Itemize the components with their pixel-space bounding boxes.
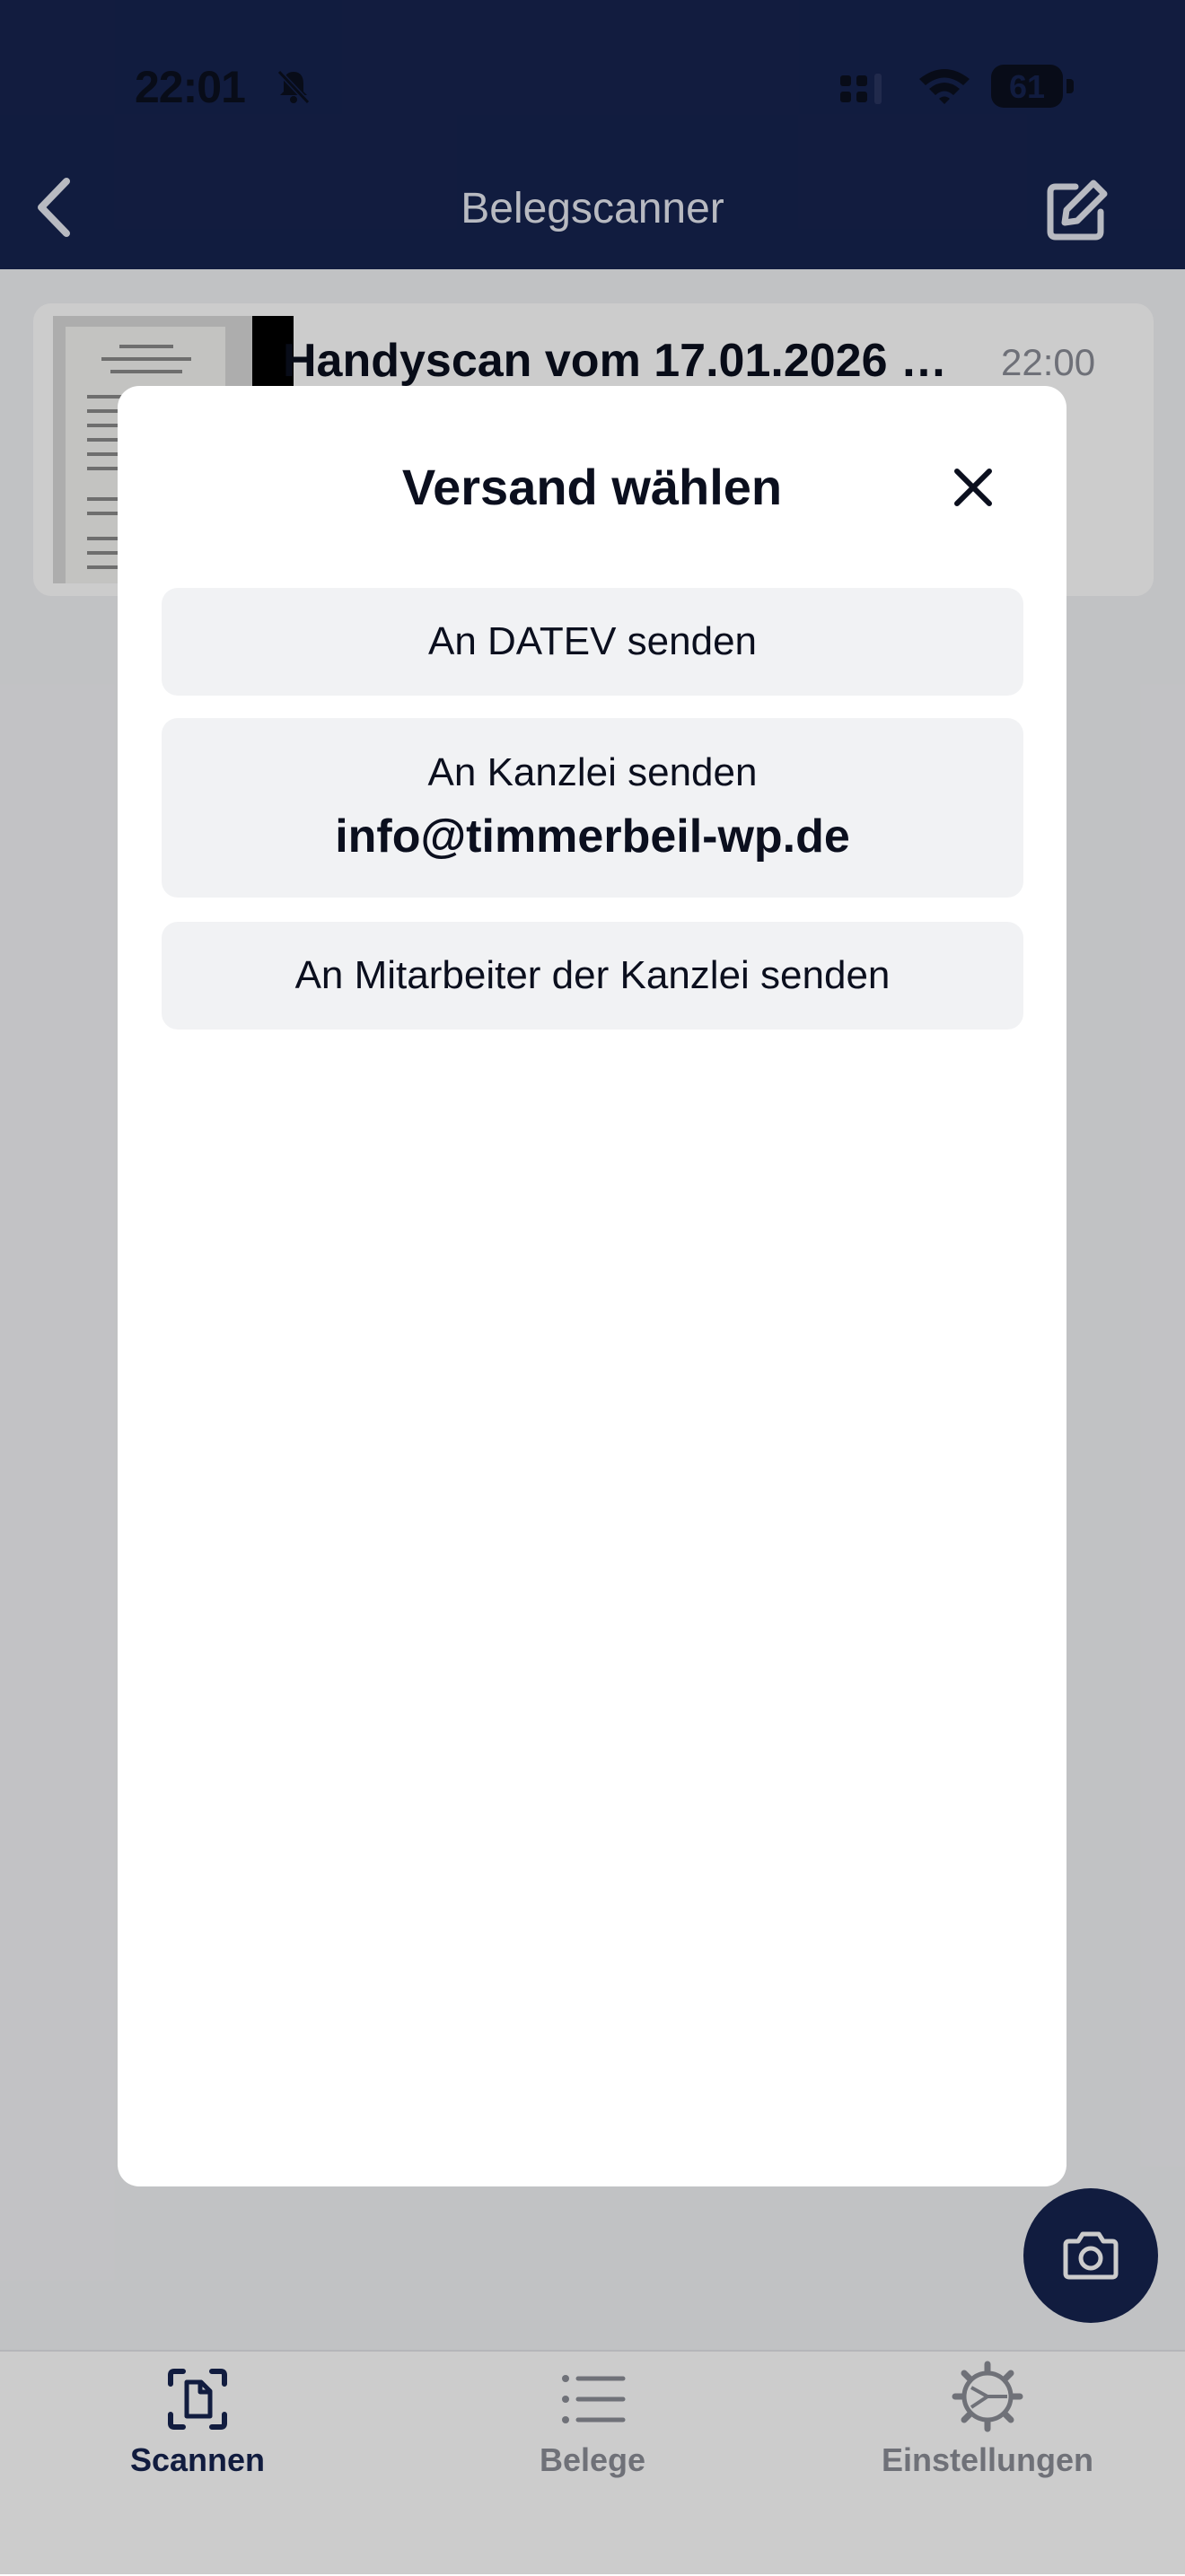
send-dialog: Versand wählen An DATEV senden An Kanzle… [118,386,1066,2186]
send-to-datev-button[interactable]: An DATEV senden [162,588,1023,696]
option-label: An Mitarbeiter der Kanzlei senden [294,953,891,997]
kanzlei-email: info@timmerbeil-wp.de [335,810,850,863]
close-icon[interactable] [948,462,998,513]
option-label: An DATEV senden [427,619,758,663]
dialog-title: Versand wählen [401,459,783,515]
option-label: An Kanzlei senden [427,750,758,794]
send-to-kanzlei-button[interactable]: An Kanzlei senden info@timmerbeil-wp.de [162,718,1023,898]
send-to-employee-button[interactable]: An Mitarbeiter der Kanzlei senden [162,922,1023,1030]
